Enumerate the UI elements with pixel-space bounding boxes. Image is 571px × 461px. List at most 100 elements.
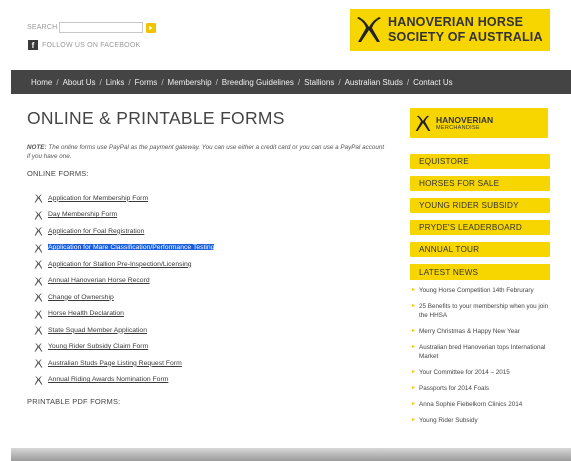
sidebar: HANOVERIAN MERCHANDISE EQUISTORE HORSES F… [410,108,550,428]
nav-separator: / [56,77,59,87]
nav-item-about-us[interactable]: About Us [63,78,96,87]
sidebar-button-pryde-s-leaderboard[interactable]: PRYDE'S LEADERBOARD [410,220,550,235]
facebook-label: FOLLOW US ON FACEBOOK [42,41,141,49]
crossed-horse-heads-icon [32,276,44,286]
news-title: Young Rider Subsidy [419,417,478,424]
form-link[interactable]: State Squad Member Application [48,327,147,334]
form-link[interactable]: Application for Stallion Pre-Inspection/… [48,261,192,268]
arrow-right-icon: ▸ [412,344,416,350]
arrow-right-icon: ▸ [412,369,416,375]
main-nav: Home / About Us / Links / Forms / Membership / Bre… [11,70,571,94]
merchandise-banner[interactable]: HANOVERIAN MERCHANDISE [410,108,548,138]
search-arrow-icon [149,25,153,30]
form-list-item: Application for Stallion Pre-Inspection/… [32,256,397,273]
form-list-item: Application for Foal Registration [32,223,397,240]
news-item[interactable]: ▸ Your Committee for 2014 – 2015 [410,364,550,380]
form-link[interactable]: Application for Mare Classification/Perf… [48,244,215,252]
news-title: Anna Sophie Fiebelkorn Clinics 2014 [419,401,523,408]
form-link[interactable]: Application for Foal Registration [48,228,144,235]
form-link[interactable]: Annual Riding Awards Nomination Form [48,376,168,383]
crossed-horse-heads-icon [32,292,44,302]
nav-separator: / [161,77,164,87]
news-item[interactable]: ▸ Australian bred Hanoverian tops Interna… [410,339,550,364]
form-link[interactable]: Change of Ownership [48,294,114,301]
news-item[interactable]: ▸ 25 Benefits to your membership when you… [410,298,550,323]
news-item[interactable]: ▸ Young Horse Competition 14th Februrary [410,282,550,298]
sidebar-button-annual-tour[interactable]: ANNUAL TOUR [410,242,550,257]
form-list-item: Annual Hanoverian Horse Record [32,273,397,290]
crossed-horse-heads-icon [32,309,44,319]
news-title: 25 Benefits to your membership when you … [419,303,549,319]
site-header: SEARCH f FOLLOW US ON FACEBOOK HANOVERIA… [0,0,571,68]
news-title: Passports for 2014 Foals [419,385,490,392]
form-link[interactable]: Horse Health Declaration [48,310,124,317]
logo-line-1: HANOVERIAN HORSE [388,15,524,29]
nav-item-links[interactable]: Links [106,78,125,87]
nav-separator: / [215,77,218,87]
crossed-horse-heads-icon [32,243,44,253]
form-list-item: Horse Health Declaration [32,306,397,323]
form-link[interactable]: Annual Hanoverian Horse Record [48,277,150,284]
nav-item-home[interactable]: Home [31,78,52,87]
arrow-right-icon: ▸ [412,328,416,334]
nav-item-forms[interactable]: Forms [135,78,158,87]
merchandise-text: HANOVERIAN MERCHANDISE [436,114,494,131]
form-link[interactable]: Application for Membership Form [48,195,148,202]
nav-item-contact-us[interactable]: Contact Us [413,78,453,87]
form-list-item: Day Membership Form [32,207,397,224]
news-title: Australian bred Hanoverian tops Internat… [419,344,546,360]
crossed-horse-heads-icon [32,259,44,269]
nav-item-breeding-guidelines[interactable]: Breeding Guidelines [222,78,294,87]
crossed-horse-heads-icon [32,325,44,335]
news-item[interactable]: ▸ Merry Christmas & Happy New Year [410,323,550,339]
sidebar-button-horses-for-sale[interactable]: HORSES FOR SALE [410,176,550,191]
form-link[interactable]: Day Membership Form [48,211,117,218]
crossed-horse-heads-icon [410,108,436,138]
note-label: NOTE: [27,144,47,151]
merchandise-title: HANOVERIAN [436,114,494,125]
printable-forms-heading: PRINTABLE PDF FORMS: [27,397,121,406]
facebook-icon: f [28,40,38,50]
form-list-item: Australian Studs Page Listing Request Fo… [32,355,397,372]
nav-item-stallions[interactable]: Stallions [304,78,334,87]
search-label: SEARCH [27,24,58,31]
arrow-right-icon: ▸ [412,385,416,391]
arrow-right-icon: ▸ [412,287,416,293]
crossed-horse-heads-icon [32,210,44,220]
news-item[interactable]: ▸ Young Rider Subsidy [410,412,550,428]
form-link[interactable]: Australian Studs Page Listing Request Fo… [48,360,182,367]
arrow-right-icon: ▸ [412,303,416,309]
arrow-right-icon: ▸ [412,401,416,407]
news-title: Your Committee for 2014 – 2015 [419,369,510,376]
search-input[interactable] [59,22,144,33]
crossed-horse-heads-icon [32,226,44,236]
main-content: ONLINE & PRINTABLE FORMS NOTE: The onlin… [27,108,397,406]
form-link[interactable]: Young Rider Subsidy Claim Form [48,343,148,350]
form-list-item: Young Rider Subsidy Claim Form [32,339,397,356]
form-list-item: Application for Mare Classification/Perf… [32,240,397,257]
news-item[interactable]: ▸ Passports for 2014 Foals [410,380,550,396]
news-title: Young Horse Competition 14th Februrary [419,287,534,294]
form-list-item: Annual Riding Awards Nomination Form [32,372,397,389]
online-forms-list: Application for Membership Form Day Membe… [32,190,397,388]
nav-item-australian-studs[interactable]: Australian Studs [345,78,403,87]
page-title: ONLINE & PRINTABLE FORMS [27,108,285,128]
latest-news-list: ▸ Young Horse Competition 14th Februrary ▸… [410,282,550,428]
site-logo[interactable]: HANOVERIAN HORSE SOCIETY OF AUSTRALIA [350,9,550,51]
sidebar-button-young-rider-subsidy[interactable]: YOUNG RIDER SUBSIDY [410,198,550,213]
search-button[interactable] [146,22,157,33]
news-item[interactable]: ▸ Anna Sophie Fiebelkorn Clinics 2014 [410,396,550,412]
crossed-horse-heads-icon [350,9,388,51]
nav-item-membership[interactable]: Membership [168,78,212,87]
sidebar-button-equistore[interactable]: EQUISTORE [410,154,550,169]
crossed-horse-heads-icon [32,342,44,352]
nav-separator: / [297,77,301,87]
latest-news-heading: LATEST NEWS [410,264,550,280]
form-list-item: State Squad Member Application [32,322,397,339]
form-list-item: Application for Membership Form [32,190,397,207]
footer-bar [11,448,571,461]
nav-separator: / [99,77,102,87]
arrow-right-icon: ▸ [412,417,416,423]
crossed-horse-heads-icon [32,358,44,368]
facebook-link[interactable]: f FOLLOW US ON FACEBOOK [28,40,140,50]
